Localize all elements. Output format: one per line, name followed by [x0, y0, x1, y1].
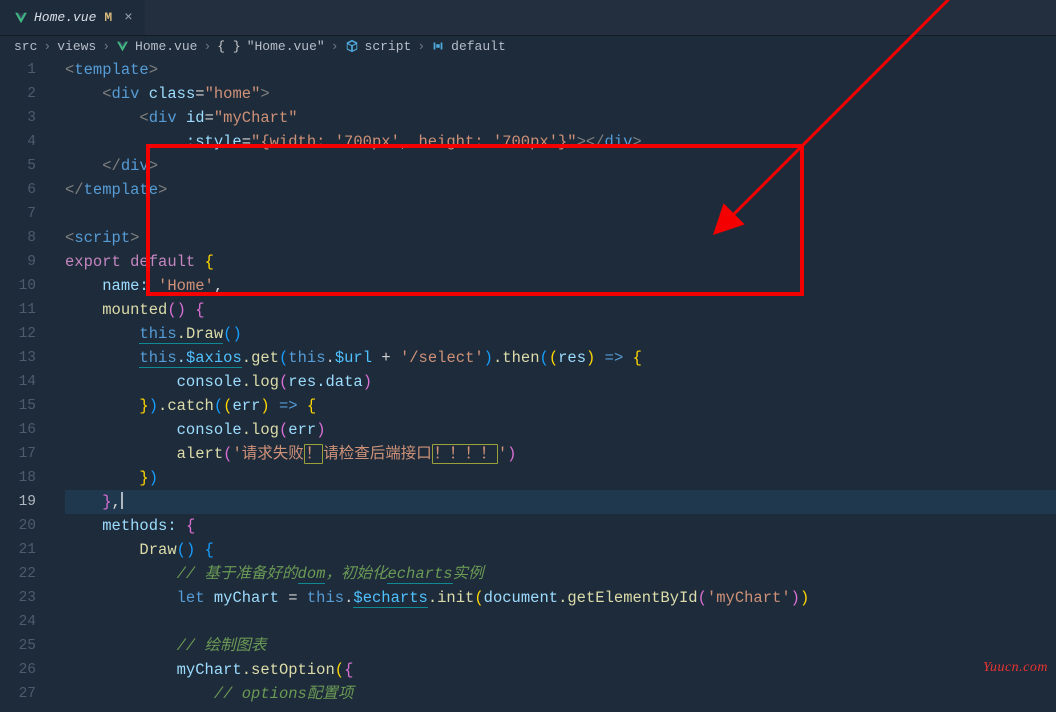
cube-icon — [345, 39, 359, 53]
close-icon[interactable]: × — [124, 10, 132, 26]
tab-modified-indicator: M — [104, 10, 112, 25]
breadcrumb-part[interactable]: views — [57, 39, 96, 54]
watermark: Yuucn.com — [983, 660, 1048, 676]
tab-home-vue[interactable]: Home.vue M × — [0, 0, 145, 35]
chevron-right-icon: › — [43, 39, 51, 54]
variable-icon — [431, 39, 445, 53]
vue-icon — [116, 40, 129, 53]
chevron-right-icon: › — [102, 39, 110, 54]
chevron-right-icon: › — [331, 39, 339, 54]
tab-title: Home.vue — [34, 10, 96, 25]
breadcrumb-part[interactable]: Home.vue — [135, 39, 197, 54]
breadcrumb-part[interactable]: "Home.vue" — [247, 39, 325, 54]
braces-icon: { } — [217, 39, 240, 54]
breadcrumb[interactable]: src › views › Home.vue › { } "Home.vue" … — [0, 36, 1056, 58]
chevron-right-icon: › — [417, 39, 425, 54]
breadcrumb-part[interactable]: default — [451, 39, 506, 54]
tab-bar: Home.vue M × — [0, 0, 1056, 36]
breadcrumb-part[interactable]: src — [14, 39, 37, 54]
vue-icon — [14, 11, 28, 25]
code-editor[interactable]: 1<<template>template> 2 <div class="home… — [0, 58, 1056, 706]
breadcrumb-part[interactable]: script — [365, 39, 412, 54]
chevron-right-icon: › — [203, 39, 211, 54]
